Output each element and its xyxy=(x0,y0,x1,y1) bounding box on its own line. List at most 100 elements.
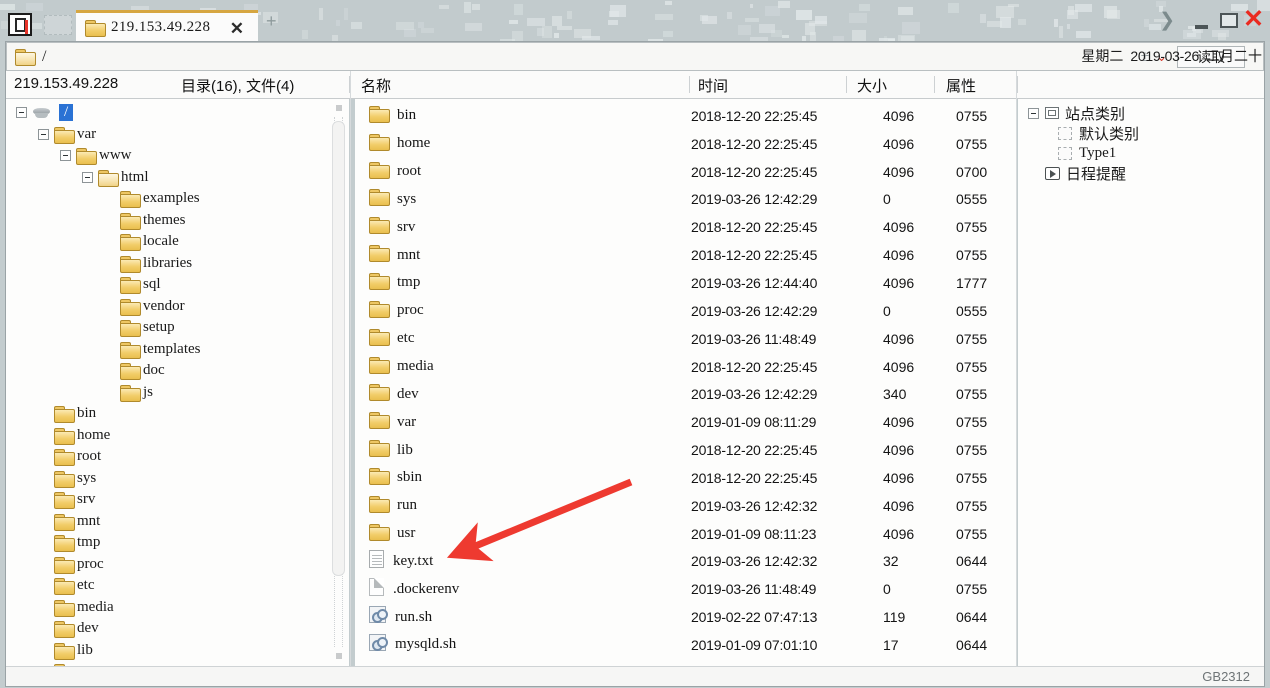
tree-item-label: / xyxy=(59,104,73,121)
table-row[interactable]: run2019-03-26 12:42:3240960755 xyxy=(355,492,1016,520)
file-size: 0 xyxy=(883,581,891,597)
table-row[interactable]: bin2018-12-20 22:25:4540960755 xyxy=(355,102,1016,130)
tree-item-examples[interactable]: examples xyxy=(6,188,349,210)
column-header-name[interactable]: 名称 xyxy=(361,75,391,96)
tree-item-home[interactable]: home xyxy=(6,425,349,447)
scrollbar-thumb[interactable] xyxy=(332,121,345,576)
path-display[interactable]: / xyxy=(7,48,1137,66)
tree-item-mnt[interactable]: mnt xyxy=(6,511,349,533)
table-row[interactable]: srv2018-12-20 22:25:4540960755 xyxy=(355,213,1016,241)
tree-item-root[interactable]: / xyxy=(6,102,349,124)
file-time: 2018-12-20 22:25:45 xyxy=(691,164,817,180)
table-row[interactable]: root2018-12-20 22:25:4540960700 xyxy=(355,158,1016,186)
site-category-panel[interactable]: 站点类别默认类别 Type1日程提醒 xyxy=(1018,99,1264,666)
window-close-icon[interactable]: ✕ xyxy=(1243,7,1264,32)
scroll-up-arrow[interactable] xyxy=(336,105,342,111)
tree-expander-icon[interactable] xyxy=(60,150,71,161)
directory-tree-panel[interactable]: / varwwwhtmlexamplesthemeslocalelibraries… xyxy=(6,99,349,666)
inactive-tab-placeholder[interactable] xyxy=(44,15,72,35)
tree-item-proc[interactable]: proc xyxy=(6,554,349,576)
close-icon[interactable]: ✕ xyxy=(230,20,244,37)
tree-item-srv[interactable]: srv xyxy=(6,489,349,511)
file-attributes: 0644 xyxy=(956,637,987,653)
date-display: 星期二 2019-03-26 二月二十 xyxy=(1081,46,1262,66)
file-name: etc xyxy=(397,330,414,347)
folder-icon xyxy=(369,189,388,209)
table-row[interactable]: mnt2018-12-20 22:25:4540960755 xyxy=(355,241,1016,269)
tab-session[interactable]: 219.153.49.228 ✕ xyxy=(76,10,258,42)
file-list-panel[interactable]: bin2018-12-20 22:25:4540960755home2018-1… xyxy=(355,99,1016,666)
table-row[interactable]: .dockerenv2019-03-26 11:48:4900755 xyxy=(355,575,1016,603)
table-row[interactable]: etc2019-03-26 11:48:4940960755 xyxy=(355,325,1016,353)
folder-icon xyxy=(54,127,73,142)
minimize-icon[interactable] xyxy=(1195,25,1208,29)
table-row[interactable]: dev2019-03-26 12:42:293400755 xyxy=(355,380,1016,408)
tree-item-label: bin xyxy=(77,405,96,422)
table-row[interactable]: media2018-12-20 22:25:4540960755 xyxy=(355,353,1016,381)
tree-item-templates[interactable]: templates xyxy=(6,339,349,361)
tree-item-bin[interactable]: bin xyxy=(6,403,349,425)
table-row[interactable]: mysqld.sh2019-01-09 07:01:10170644 xyxy=(355,631,1016,659)
table-row[interactable]: tmp2019-03-26 12:44:4040961777 xyxy=(355,269,1016,297)
tree-expander-icon[interactable] xyxy=(82,172,93,183)
tree-item-lib[interactable]: lib xyxy=(6,640,349,662)
address-bar[interactable]: / ± ⌄ 读取 xyxy=(6,42,1264,71)
tree-item-tmp[interactable]: tmp xyxy=(6,532,349,554)
folder-icon xyxy=(98,170,117,185)
column-header-size[interactable]: 大小 xyxy=(857,75,887,96)
tree-item-html[interactable]: html xyxy=(6,167,349,189)
tree-expander-icon[interactable] xyxy=(38,129,49,140)
tree-item-vendor[interactable]: vendor xyxy=(6,296,349,318)
category-item-站点类别[interactable]: 站点类别 xyxy=(1018,103,1264,123)
table-row[interactable]: usr2019-01-09 08:11:2340960755 xyxy=(355,520,1016,548)
path-text: / xyxy=(42,48,46,66)
scroll-down-arrow[interactable] xyxy=(336,653,342,659)
table-row[interactable]: home2018-12-20 22:25:4540960755 xyxy=(355,130,1016,158)
file-size: 17 xyxy=(883,637,899,653)
tree-scrollbar[interactable] xyxy=(332,103,345,661)
tree-item-dev[interactable]: dev xyxy=(6,618,349,640)
file-time: 2019-03-26 11:48:49 xyxy=(691,331,816,347)
table-row[interactable]: key.txt2019-03-26 12:42:32320644 xyxy=(355,548,1016,576)
tree-item-label: tmp xyxy=(77,534,100,551)
column-header-time[interactable]: 时间 xyxy=(698,75,728,96)
file-time: 2019-03-26 12:42:32 xyxy=(691,498,817,514)
tree-item-label: templates xyxy=(143,341,200,358)
maximize-icon[interactable] xyxy=(1220,13,1238,28)
category-item-Type1[interactable]: Type1 xyxy=(1018,143,1264,163)
chevron-right-icon[interactable]: ❯ xyxy=(1159,11,1175,30)
file-time: 2018-12-20 22:25:45 xyxy=(691,442,817,458)
folder-icon xyxy=(54,492,73,507)
tree-item-media[interactable]: media xyxy=(6,597,349,619)
tree-item-libraries[interactable]: libraries xyxy=(6,253,349,275)
new-tab-button[interactable]: + xyxy=(266,12,277,30)
table-row[interactable]: sys2019-03-26 12:42:2900555 xyxy=(355,186,1016,214)
tree-expander-icon[interactable] xyxy=(1028,108,1039,119)
table-row[interactable]: run.sh2019-02-22 07:47:131190644 xyxy=(355,603,1016,631)
tree-expander-icon[interactable] xyxy=(16,107,27,118)
category-item-默认类别[interactable]: 默认类别 xyxy=(1018,123,1264,143)
tree-item-var[interactable]: var xyxy=(6,124,349,146)
tree-item-js[interactable]: js xyxy=(6,382,349,404)
tree-item-root[interactable]: root xyxy=(6,446,349,468)
table-row[interactable]: sbin2018-12-20 22:25:4540960755 xyxy=(355,464,1016,492)
category-item-日程提醒[interactable]: 日程提醒 xyxy=(1018,163,1264,183)
tree-item-doc[interactable]: doc xyxy=(6,360,349,382)
tree-item-themes[interactable]: themes xyxy=(6,210,349,232)
table-row[interactable]: var2019-01-09 08:11:2940960755 xyxy=(355,408,1016,436)
file-name: sys xyxy=(397,191,416,208)
table-row[interactable]: lib2018-12-20 22:25:4540960755 xyxy=(355,436,1016,464)
file-size: 4096 xyxy=(883,498,914,514)
tree-item-locale[interactable]: locale xyxy=(6,231,349,253)
category-item-label: Type1 xyxy=(1079,145,1116,162)
column-header-attr[interactable]: 属性 xyxy=(946,75,976,96)
tree-item-www[interactable]: www xyxy=(6,145,349,167)
table-row[interactable]: proc2019-03-26 12:42:2900555 xyxy=(355,297,1016,325)
tree-item-setup[interactable]: setup xyxy=(6,317,349,339)
file-attributes: 0555 xyxy=(956,191,987,207)
tree-item-sql[interactable]: sql xyxy=(6,274,349,296)
file-attributes: 0700 xyxy=(956,164,987,180)
file-size: 4096 xyxy=(883,331,914,347)
tree-item-sys[interactable]: sys xyxy=(6,468,349,490)
tree-item-etc[interactable]: etc xyxy=(6,575,349,597)
